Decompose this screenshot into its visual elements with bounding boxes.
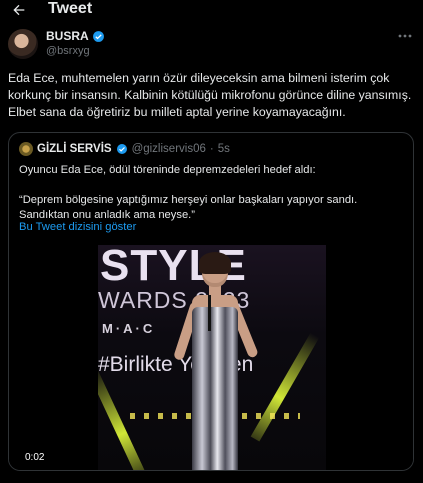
video-duration: 0:02: [21, 451, 49, 464]
arrow-left-icon: [13, 4, 25, 16]
verified-badge-icon: [116, 144, 127, 154]
quoted-tweet[interactable]: GİZLİ SERVİS @gizliservis06 · 5s Oyuncu …: [8, 132, 414, 471]
person-hair: [199, 252, 231, 274]
verified-badge-icon: [92, 30, 104, 42]
quoted-author-handle: @gizliservis06: [131, 143, 206, 155]
more-button[interactable]: [397, 30, 413, 42]
back-button[interactable]: [10, 1, 28, 19]
quoted-tweet-text: Oyuncu Eda Ece, ödül töreninde depremzed…: [19, 164, 358, 221]
avatar[interactable]: [8, 29, 38, 59]
quoted-tweet-header: GİZLİ SERVİS @gizliservis06 · 5s: [19, 142, 230, 156]
author-handle[interactable]: @bsrxyg: [46, 45, 90, 57]
show-thread-link[interactable]: Bu Tweet dizisini göster: [19, 221, 136, 233]
quoted-avatar: [19, 142, 33, 156]
video-overlay-text: M·A·C: [102, 321, 156, 336]
quoted-time: 5s: [217, 143, 230, 155]
author-name-row[interactable]: BUSRA: [46, 29, 105, 43]
author-name[interactable]: BUSRA: [46, 29, 89, 43]
video-player[interactable]: STYLE WARDS 2023 M·A·C #Birlikte Yeniden…: [9, 243, 413, 470]
quoted-author-name: GİZLİ SERVİS: [37, 143, 112, 155]
microphone: [208, 295, 211, 331]
video-person: [172, 252, 259, 470]
video-frame[interactable]: STYLE WARDS 2023 M·A·C #Birlikte Yeniden: [98, 245, 326, 470]
quoted-separator: ·: [209, 143, 214, 155]
more-horizontal-icon: [398, 34, 412, 38]
top-bar: Tweet: [0, 0, 423, 24]
page-title: Tweet: [48, 0, 93, 17]
stage-light: [250, 332, 320, 442]
person-dress: [192, 307, 238, 470]
tweet-text: Eda Ece, muhtemelen yarın özür dileyecek…: [8, 71, 412, 119]
